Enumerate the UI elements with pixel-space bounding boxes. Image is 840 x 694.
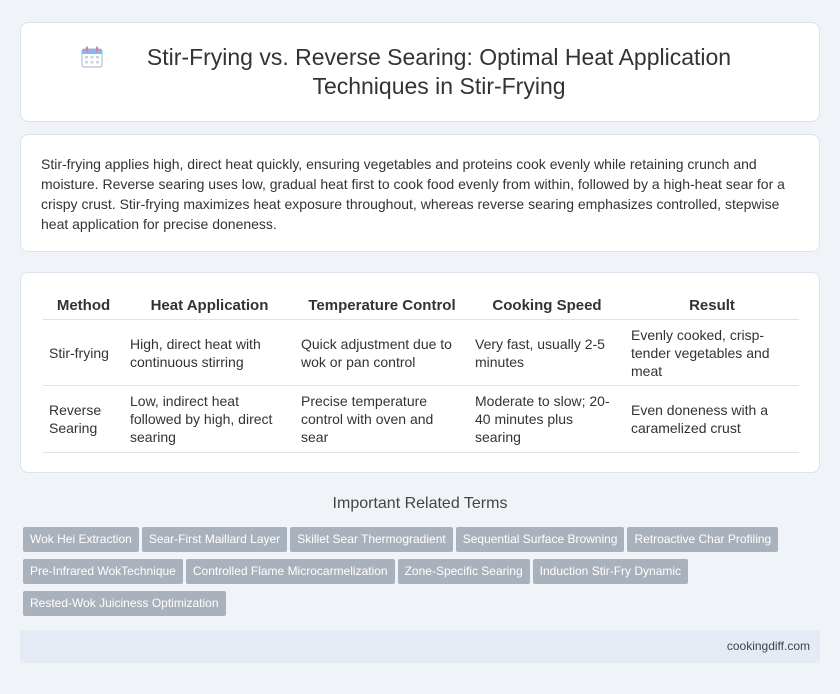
related-terms-heading: Important Related Terms [332, 495, 508, 512]
table-cell: Stir-frying [43, 320, 124, 386]
related-term-tag[interactable]: Controlled Flame Microcarmelization [185, 559, 395, 584]
comparison-table-card: Method Heat Application Temperature Cont… [20, 272, 820, 473]
table-cell: Reverse Searing [43, 386, 124, 453]
table-cell: Moderate to slow; 20-40 minutes plus sea… [469, 386, 625, 453]
footer-site-link[interactable]: cookingdiff.com [727, 639, 810, 653]
related-term-tag[interactable]: Pre-Infrared WokTechnique [23, 559, 183, 584]
related-term-tag[interactable]: Sear-First Maillard Layer [141, 527, 288, 552]
header-method: Method [43, 293, 124, 320]
intro-text: Stir-frying applies high, direct heat qu… [41, 156, 785, 232]
table-row: Reverse Searing Low, indirect heat follo… [43, 386, 799, 453]
related-terms-list: Wok Hei Extraction Sear-First Maillard La… [23, 527, 823, 623]
related-term-tag[interactable]: Induction Stir-Fry Dynamic [532, 559, 689, 584]
header-temperature-control: Temperature Control [295, 293, 469, 320]
calendar-icon [81, 46, 103, 68]
table-cell: Quick adjustment due to wok or pan contr… [295, 320, 469, 386]
table-cell: High, direct heat with continuous stirri… [124, 320, 295, 386]
related-term-tag[interactable]: Sequential Surface Browning [455, 527, 625, 552]
header-result: Result [625, 293, 799, 320]
table-cell: Very fast, usually 2-5 minutes [469, 320, 625, 386]
intro-card: Stir-frying applies high, direct heat qu… [20, 134, 820, 252]
related-term-tag[interactable]: Wok Hei Extraction [23, 527, 139, 552]
table-row: Stir-frying High, direct heat with conti… [43, 320, 799, 386]
title-card: Stir-Frying vs. Reverse Searing: Optimal… [20, 22, 820, 122]
header-heat-application: Heat Application [124, 293, 295, 320]
footer: cookingdiff.com [20, 630, 820, 663]
table-cell: Evenly cooked, crisp-tender vegetables a… [625, 320, 799, 386]
related-term-tag[interactable]: Rested-Wok Juiciness Optimization [23, 591, 226, 616]
table-cell: Even doneness with a caramelized crust [625, 386, 799, 453]
related-term-tag[interactable]: Skillet Sear Thermogradient [290, 527, 453, 552]
page-title: Stir-Frying vs. Reverse Searing: Optimal… [146, 44, 732, 99]
table-cell: Low, indirect heat followed by high, dir… [124, 386, 295, 453]
table-header-row: Method Heat Application Temperature Cont… [43, 293, 799, 320]
title-wrap: Stir-Frying vs. Reverse Searing: Optimal… [80, 43, 760, 101]
comparison-table: Method Heat Application Temperature Cont… [43, 293, 799, 453]
related-term-tag[interactable]: Retroactive Char Profiling [627, 527, 779, 552]
related-term-tag[interactable]: Zone-Specific Searing [397, 559, 530, 584]
table-cell: Precise temperature control with oven an… [295, 386, 469, 453]
header-cooking-speed: Cooking Speed [469, 293, 625, 320]
